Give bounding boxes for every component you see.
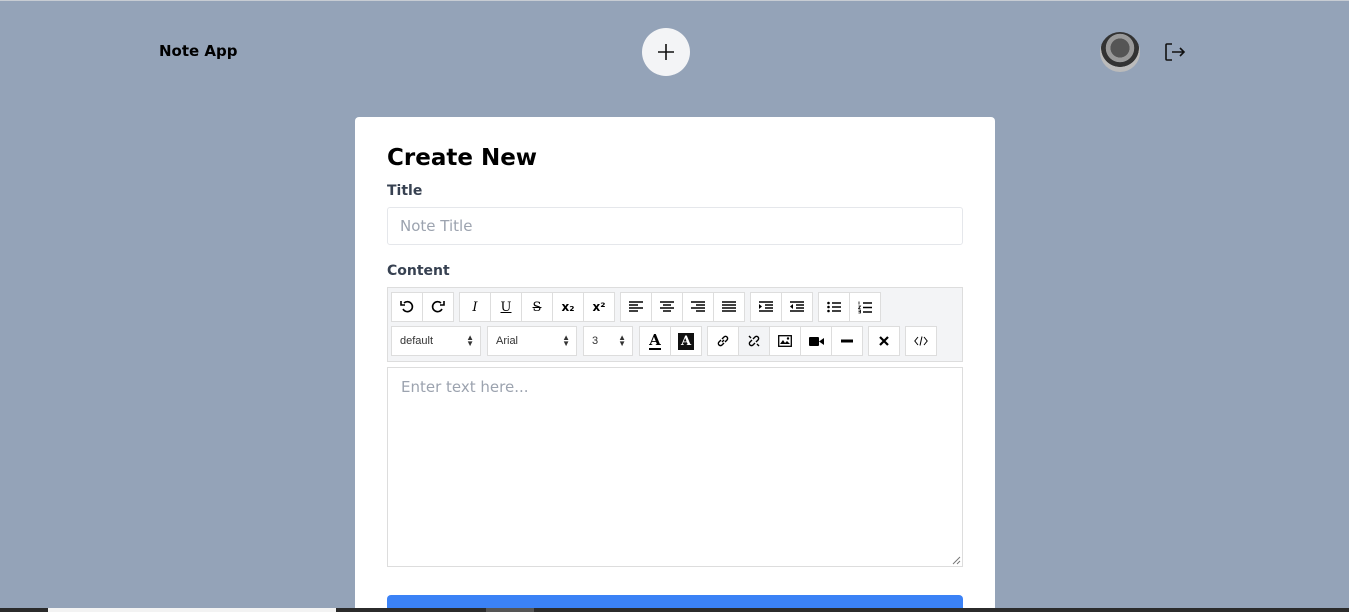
numbered-list-button[interactable] [849, 292, 881, 322]
horizontal-rule-button[interactable] [831, 326, 863, 356]
horizontal-rule-icon [841, 339, 853, 343]
superscript-label: x² [592, 300, 606, 314]
align-center-icon [660, 301, 674, 312]
underline-label: U [500, 299, 512, 315]
create-note-card: Create New Title Content I U S x₂ x² [355, 117, 995, 612]
align-right-button[interactable] [682, 292, 714, 322]
highlight-color-icon: A [677, 332, 695, 350]
image-button[interactable] [769, 326, 801, 356]
outdent-button[interactable] [781, 292, 813, 322]
indent-button[interactable] [750, 292, 782, 322]
highlight-color-button[interactable]: A [670, 326, 702, 356]
format-select-value: default [400, 335, 434, 347]
video-icon [808, 336, 824, 346]
size-select-value: 3 [592, 335, 599, 347]
superscript-button[interactable]: x² [583, 292, 615, 322]
logout-button[interactable] [1162, 40, 1186, 64]
taskbar-segment [48, 608, 336, 612]
page-title: Create New [387, 145, 538, 171]
select-arrow-icon: ▲ ▼ [562, 333, 570, 348]
font-select-value: Arial [496, 335, 519, 347]
unlink-button[interactable] [738, 326, 770, 356]
align-left-button[interactable] [620, 292, 652, 322]
select-arrow-icon: ▲ ▼ [466, 333, 474, 348]
list-group [818, 292, 881, 322]
subscript-label: x₂ [561, 300, 575, 314]
strikethrough-button[interactable]: S [521, 292, 553, 322]
code-icon [914, 336, 928, 346]
color-group: A A [639, 326, 702, 356]
image-icon [778, 335, 792, 347]
subscript-button[interactable]: x₂ [552, 292, 584, 322]
video-button[interactable] [800, 326, 832, 356]
font-color-icon: A [649, 330, 661, 350]
app-title: Note App [159, 42, 238, 60]
redo-icon [431, 300, 445, 313]
font-color-button[interactable]: A [639, 326, 671, 356]
underline-button[interactable]: U [490, 292, 522, 322]
toolbar-row-2: default ▲ ▼ Arial ▲ ▼ 3 ▲ ▼ A A [391, 325, 959, 357]
undo-icon [400, 300, 414, 313]
select-arrow-icon: ▲ ▼ [618, 333, 626, 348]
align-justify-button[interactable] [713, 292, 745, 322]
link-icon [717, 335, 729, 347]
insert-group [707, 326, 863, 356]
logout-icon [1165, 43, 1186, 61]
font-select[interactable]: Arial ▲ ▼ [487, 326, 577, 356]
format-select[interactable]: default ▲ ▼ [391, 326, 481, 356]
taskbar-segment [486, 608, 534, 612]
redo-button[interactable] [422, 292, 454, 322]
undo-button[interactable] [391, 292, 423, 322]
history-group [391, 292, 454, 322]
align-group [620, 292, 745, 322]
outdent-icon [790, 301, 804, 312]
clear-group [868, 326, 900, 356]
editor-placeholder: Enter text here... [401, 378, 529, 396]
link-button[interactable] [707, 326, 739, 356]
toolbar-row-1: I U S x₂ x² [391, 291, 959, 323]
size-select[interactable]: 3 ▲ ▼ [583, 326, 633, 356]
numbered-list-icon [858, 301, 872, 313]
remove-format-button[interactable] [868, 326, 900, 356]
plus-icon [658, 44, 674, 60]
align-center-button[interactable] [651, 292, 683, 322]
resize-handle-icon[interactable] [951, 555, 961, 565]
close-icon [879, 336, 889, 346]
title-label: Title [387, 183, 423, 199]
italic-label: I [472, 299, 478, 315]
title-input[interactable] [387, 207, 963, 245]
indent-icon [759, 301, 773, 312]
code-view-button[interactable] [905, 326, 937, 356]
code-group [905, 326, 937, 356]
unlink-icon [748, 335, 760, 347]
text-style-group: I U S x₂ x² [459, 292, 615, 322]
italic-button[interactable]: I [459, 292, 491, 322]
indent-group [750, 292, 813, 322]
editor-toolbar: I U S x₂ x² default ▲ ▼ Arial ▲ ▼ 3 ▲ ▼ … [387, 287, 963, 362]
avatar[interactable] [1100, 32, 1140, 72]
strikethrough-label: S [532, 299, 542, 315]
align-right-icon [691, 301, 705, 312]
content-label: Content [387, 263, 450, 279]
bullet-list-button[interactable] [818, 292, 850, 322]
bullet-list-icon [827, 301, 841, 313]
content-editor[interactable]: Enter text here... [387, 367, 963, 567]
align-left-icon [629, 301, 643, 312]
align-justify-icon [722, 301, 736, 312]
add-note-button[interactable] [642, 28, 690, 76]
